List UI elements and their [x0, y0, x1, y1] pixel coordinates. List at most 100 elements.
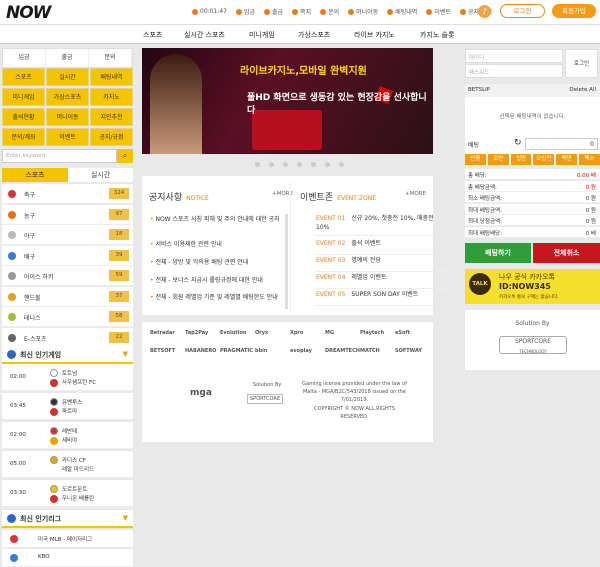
popular-game-item[interactable]: 02:00 토트넘 사우샘프턴 FC: [2, 364, 133, 391]
event-item[interactable]: EVENT 05 SUPER SON DAY 이벤트: [316, 290, 446, 306]
quick-bet-history[interactable]: 배팅내역: [90, 68, 133, 86]
notice-scrollbar[interactable]: [285, 214, 288, 309]
popular-game-item[interactable]: 03:45 유벤투스 파르마: [2, 393, 133, 420]
password-input[interactable]: 패스워드: [465, 64, 563, 78]
main-nav-live-sports[interactable]: 실시간 스포츠: [184, 30, 225, 40]
main-nav-virtual[interactable]: 가상스포츠: [298, 30, 330, 40]
quick-attendance[interactable]: 출석현황: [2, 108, 45, 126]
chip-max[interactable]: 맥스: [579, 154, 600, 165]
tab-sports[interactable]: 스포츠: [2, 168, 68, 182]
account-withdraw[interactable]: 출금: [46, 49, 89, 67]
main-nav-live-casino[interactable]: 라이브 카지노: [354, 30, 395, 40]
nav-money-move[interactable]: 머니이동: [348, 7, 378, 16]
place-bet-button[interactable]: 배팅하기: [465, 243, 531, 263]
nav-bet-history[interactable]: 배팅내역: [387, 7, 417, 16]
sport-item[interactable]: 농구 97: [2, 204, 133, 225]
nav-inquiry[interactable]: 문의: [320, 7, 339, 16]
tab-live[interactable]: 실시간: [68, 168, 133, 182]
sport-icon: [8, 333, 16, 342]
league-item[interactable]: 미국 MLB - 메이저리그: [2, 530, 133, 548]
page-dot[interactable]: [311, 162, 316, 167]
delete-all-button[interactable]: Delete All: [569, 87, 596, 93]
search-icon[interactable]: ⌕: [117, 149, 133, 163]
team-logo: [50, 466, 58, 474]
nav-withdraw[interactable]: 출금: [264, 7, 283, 16]
chevron-down-icon[interactable]: ▼: [123, 514, 128, 522]
page-dot[interactable]: [283, 162, 288, 167]
popular-game-item[interactable]: 02:00 레반테 세비야: [2, 422, 133, 449]
page-dot[interactable]: [255, 162, 260, 167]
side-login-button[interactable]: 로그인: [565, 49, 598, 78]
quick-event[interactable]: 이벤트: [46, 128, 89, 146]
hero-banner[interactable]: 라이브카지노,모바일 완벽지원 풀HD 화면으로 생동감 있는 현장감을 선사합…: [142, 48, 433, 154]
quick-sports[interactable]: 스포츠: [2, 68, 45, 86]
chevron-down-icon[interactable]: ▼: [123, 350, 128, 358]
page-dot[interactable]: [325, 162, 330, 167]
nav-deposit[interactable]: 입금: [235, 7, 255, 16]
main-nav-minigame[interactable]: 미니게임: [249, 30, 275, 40]
keyword-input[interactable]: Enter keyword: [2, 149, 117, 163]
sport-icon: [8, 210, 16, 219]
quick-rules[interactable]: 공지/규정: [90, 128, 133, 146]
login-button[interactable]: 로그인: [500, 4, 545, 18]
quick-referral[interactable]: 지인추천: [90, 108, 133, 126]
notice-item[interactable]: 서비스 이용제한 관련 안내: [150, 240, 280, 249]
kakaotalk-banner[interactable]: TALK 나우 공식 카카오톡 ID:NOW345 카카오톡 통보 구매는 없습…: [465, 269, 600, 304]
notice-item[interactable]: 전체 - 회원 레벨업 기준 및 레벨별 배팅한도 안내: [150, 293, 280, 302]
event-item[interactable]: EVENT 04 레벨업 이벤트: [316, 273, 446, 289]
popular-game-item[interactable]: 05:00 카디스 CF 레알 마드리드: [2, 451, 133, 478]
quick-live[interactable]: 실시간: [46, 68, 89, 86]
event-item[interactable]: EVENT 01 신규 20%, 첫충전 10%, 매충전 10%: [316, 214, 446, 236]
notice-item[interactable]: 전체 - 양방 및 악의용 배팅 관련 안내: [150, 258, 280, 267]
main-nav-sports[interactable]: 스포츠: [143, 30, 162, 40]
sport-item[interactable]: 배구 39: [2, 245, 133, 266]
copyright: COPYRIGHT © NOW ALL RIGHTS RESERVED.: [314, 406, 395, 420]
event-more-link[interactable]: +MORE: [405, 191, 426, 197]
chip-50k[interactable]: 오만: [487, 154, 509, 165]
footer: Betradar Tap2Pay Evolution Oryx Xpro MG Playte…: [142, 322, 433, 442]
sport-item[interactable]: 핸드볼 37: [2, 286, 133, 307]
team-logo: [50, 456, 58, 464]
event-item[interactable]: EVENT 03 명예의 전당: [316, 256, 446, 272]
nav-event[interactable]: 이벤트: [426, 7, 451, 16]
quick-virtual[interactable]: 가상스포츠: [46, 88, 89, 106]
quick-money-move[interactable]: 머니이동: [46, 108, 89, 126]
sport-icon: [8, 313, 16, 321]
quick-account-inquiry[interactable]: 문의/계좌: [2, 128, 45, 146]
notice-item[interactable]: 전체 - 보너스 지급시 롤링규정에 대한 안내: [150, 276, 280, 285]
chip-100k[interactable]: 십만: [510, 154, 532, 165]
quick-casino[interactable]: 카지노: [90, 88, 133, 106]
sport-item[interactable]: E-스포츠 22: [2, 327, 133, 348]
league-item[interactable]: KBO: [2, 549, 133, 567]
main-nav-slots[interactable]: 카지노 슬롯: [420, 30, 454, 40]
nav-message[interactable]: 쪽지: [292, 7, 311, 16]
sport-item[interactable]: 야구 18: [2, 225, 133, 245]
quick-minigame[interactable]: 미니게임: [2, 88, 45, 106]
site-logo[interactable]: NOW: [6, 3, 51, 23]
popular-game-item[interactable]: 03:30 도르트문트 우니온 베를린: [2, 480, 133, 507]
sport-item[interactable]: 축구 324: [2, 184, 133, 204]
page-dot[interactable]: [339, 162, 344, 167]
notice-item[interactable]: NOW 스포츠 사칭 피해 및 주의 안내에 대한 공지: [150, 215, 280, 224]
account-deposit[interactable]: 입금: [3, 49, 46, 67]
chip-1m[interactable]: 백만: [556, 154, 578, 165]
team-logo: [50, 398, 58, 406]
notice-event-panel: 공지사항NOTICE +MORE NOW 스포츠 사칭 피해 및 주의 안내에 …: [142, 176, 446, 315]
chip-500k[interactable]: 오십만: [533, 154, 555, 165]
page-dot[interactable]: [269, 162, 274, 167]
speaker-icon[interactable]: ♪: [478, 5, 491, 18]
account-inquiry[interactable]: 문의: [89, 49, 132, 67]
chip-10k[interactable]: 만원: [465, 154, 486, 165]
clock: 00:01:47: [192, 7, 227, 16]
provider-logo: Betradar: [150, 330, 175, 336]
sport-item[interactable]: 테니스 58: [2, 307, 133, 327]
bet-amount-input[interactable]: 0: [525, 138, 598, 150]
clear-all-button[interactable]: 전체취소: [533, 243, 600, 263]
event-item[interactable]: EVENT 02 출석 이벤트: [316, 239, 446, 255]
join-button[interactable]: 회원가입: [552, 4, 596, 18]
page-dot[interactable]: [297, 162, 302, 167]
bet-summary-row: 최대 배팅금액: 0 원: [465, 203, 600, 215]
sport-item[interactable]: 아이스 하키 59: [2, 266, 133, 286]
refresh-icon[interactable]: ↻: [514, 138, 522, 148]
id-input[interactable]: 아이디: [465, 49, 563, 63]
